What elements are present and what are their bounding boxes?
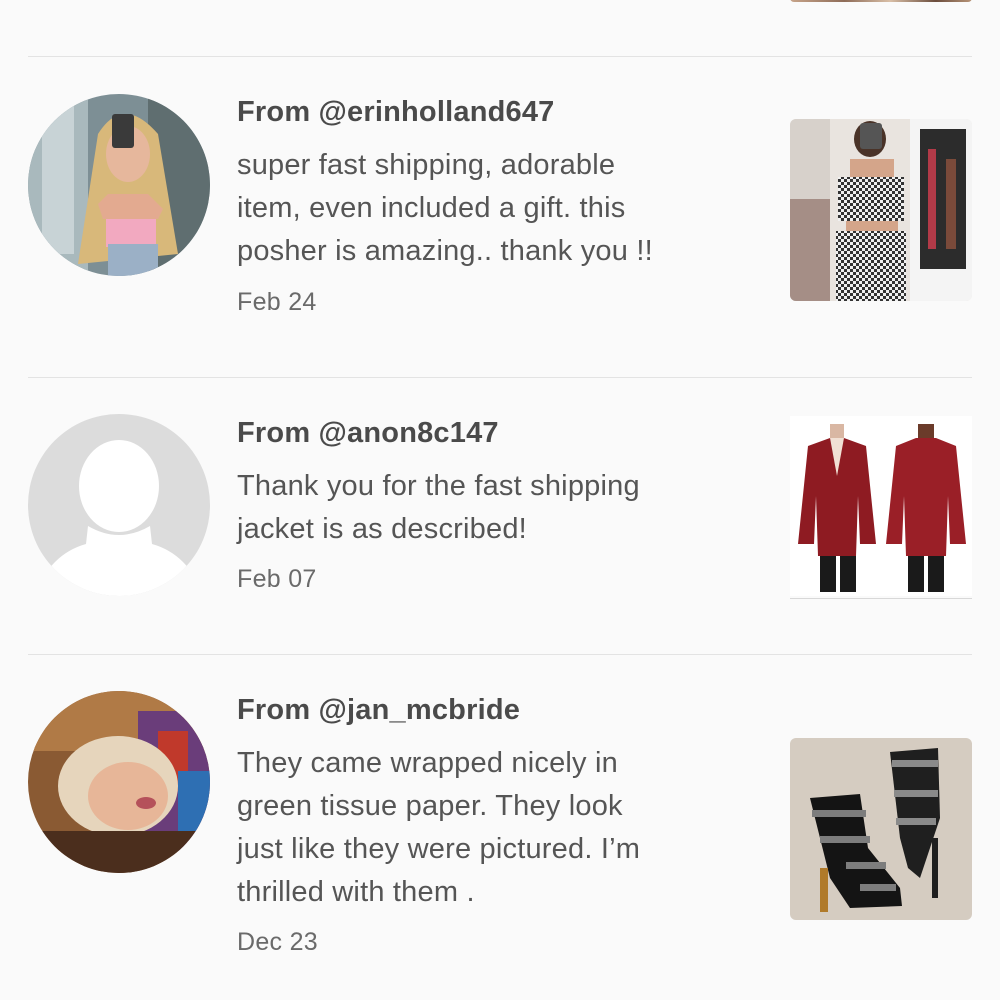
divider — [28, 654, 972, 655]
review-date: Feb 07 — [237, 565, 317, 593]
comment-line: just like they were pictured. I’m — [237, 833, 641, 865]
comment-line: green tissue paper. They look — [237, 790, 623, 822]
comment-line: thrilled with them . — [237, 876, 475, 908]
user-photo-avatar[interactable] — [28, 691, 210, 873]
review-comment: They came wrapped nicely in green tissue… — [237, 742, 737, 914]
review-comment: Thank you for the fast shipping jacket i… — [237, 465, 737, 551]
divider — [28, 56, 972, 57]
reviewer-username[interactable]: From @jan_mcbride — [237, 694, 520, 727]
reviewer-username[interactable]: From @erinholland647 — [237, 96, 555, 129]
review-date: Feb 24 — [237, 288, 317, 316]
comment-line: posher is amazing.. thank you !! — [237, 235, 653, 267]
love-notes-list: From @erinholland647 super fast shipping… — [0, 0, 1000, 1000]
reviewer-username[interactable]: From @anon8c147 — [237, 417, 499, 450]
user-photo-avatar[interactable] — [28, 94, 210, 276]
checkered-outfit-photo[interactable] — [790, 119, 972, 301]
comment-line: super fast shipping, adorable — [237, 149, 616, 181]
comment-line: They came wrapped nicely in — [237, 747, 618, 779]
black-boots-photo[interactable] — [790, 738, 972, 920]
default-silhouette-avatar[interactable] — [28, 414, 210, 596]
previous-item-thumbnail[interactable] — [790, 0, 972, 2]
divider — [28, 377, 972, 378]
comment-line: item, even included a gift. this — [237, 192, 626, 224]
comment-line: jacket is as described! — [237, 513, 527, 545]
review-comment: super fast shipping, adorable item, even… — [237, 144, 737, 273]
review-date: Dec 23 — [237, 928, 319, 956]
red-jacket-photo[interactable] — [790, 416, 972, 599]
comment-line: Thank you for the fast shipping — [237, 470, 640, 502]
